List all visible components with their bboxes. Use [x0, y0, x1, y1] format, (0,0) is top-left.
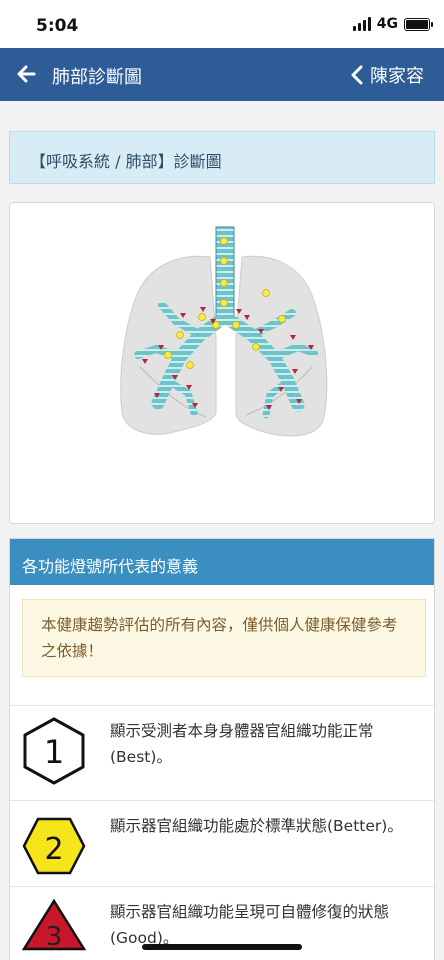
- legend-header: 各功能燈號所代表的意義: [10, 539, 434, 585]
- user-name: 陳家容: [370, 66, 424, 87]
- level-2-number: 2: [44, 832, 63, 867]
- legend-card: 各功能燈號所代表的意義 本健康趨勢評估的所有內容，僅供個人健康保健參考之依據！ …: [9, 538, 435, 960]
- legend-row-level-2: 2 顯示器官組織功能處於標準狀態(Better)。: [10, 800, 434, 886]
- chevron-left-icon: [351, 65, 363, 85]
- level-1-description: 顯示受測者本身身體器官組織功能正常(Best)。: [110, 722, 374, 766]
- section-heading: 【呼吸系統 / 肺部】診斷圖: [9, 131, 435, 184]
- level-1-hexagon-icon: 1: [23, 717, 85, 785]
- disclaimer-notice: 本健康趨勢評估的所有內容，僅供個人健康保健參考之依據！: [22, 599, 426, 677]
- page-title: 肺部診斷圖: [52, 67, 142, 88]
- lung-diagram: [120, 226, 328, 437]
- level-2-hexagon-icon: 2: [22, 817, 86, 875]
- network-type: 4G: [376, 16, 398, 32]
- level-2-description: 顯示器官組織功能處於標準狀態(Better)。: [110, 817, 403, 835]
- navbar: 肺部診斷圖 陳家容: [0, 48, 444, 101]
- battery-icon: [404, 17, 433, 31]
- lung-diagram-panel: [9, 202, 435, 524]
- status-indicators: 4G: [352, 16, 433, 32]
- level-1-number: 1: [44, 733, 64, 771]
- user-menu[interactable]: 陳家容: [350, 62, 424, 88]
- arrow-left-icon[interactable]: [14, 62, 38, 86]
- status-bar: 5:04 4G: [0, 0, 444, 50]
- level-3-triangle-icon: 3: [22, 898, 86, 952]
- signal-icon: [352, 17, 371, 31]
- status-time: 5:04: [36, 16, 79, 36]
- home-indicator[interactable]: [142, 944, 302, 950]
- level-3-number: 3: [46, 922, 63, 952]
- legend-row-level-1: 1 顯示受測者本身身體器官組織功能正常(Best)。: [10, 705, 434, 800]
